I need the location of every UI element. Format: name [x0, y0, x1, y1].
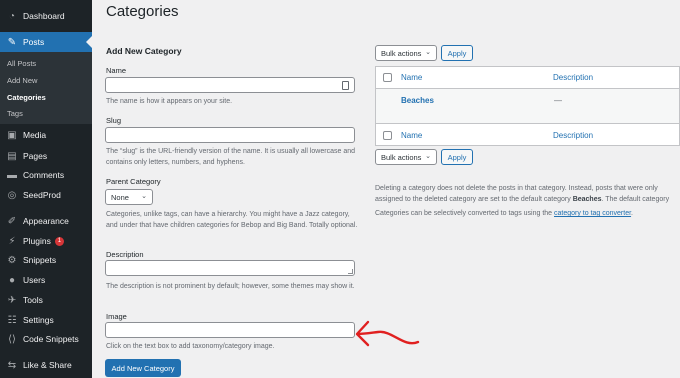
apply-button-bottom[interactable]: Apply — [441, 149, 473, 165]
category-to-tag-converter-link[interactable]: category to tag converter — [554, 210, 631, 217]
category-name-link[interactable]: Beaches — [401, 96, 434, 105]
users-icon: ● — [8, 274, 16, 286]
admin-sidebar: ◔ Dashboard ✎ Posts All Posts Add New Ca… — [0, 0, 92, 378]
media-icon: ▣ — [7, 129, 17, 141]
parent-category-select[interactable]: None ⌄ — [105, 189, 153, 205]
menu-media[interactable]: ▣ Media — [0, 125, 92, 145]
current-menu-arrow — [86, 36, 92, 48]
menu-label: Posts — [23, 37, 45, 47]
chevron-down-icon: ⌄ — [425, 153, 431, 160]
select-all-checkbox[interactable] — [383, 73, 392, 82]
select-all-checkbox-bottom[interactable] — [383, 131, 392, 140]
menu-label: Snippets — [23, 255, 57, 265]
menu-like-share[interactable]: ⇆ Like & Share — [0, 355, 92, 375]
pages-icon: ▤ — [7, 150, 17, 162]
bulk-actions-value: Bulk actions — [381, 152, 422, 162]
parent-help: Categories, unlike tags, can have a hier… — [106, 211, 358, 229]
brush-icon: ✐ — [7, 215, 17, 227]
parent-label: Parent Category — [106, 177, 161, 186]
menu-code-snippets[interactable]: ⟨⟩ Code Snippets — [0, 329, 92, 349]
menu-label: Comments — [23, 170, 65, 180]
apply-button-top[interactable]: Apply — [441, 45, 473, 61]
category-description: — — [554, 96, 562, 105]
menu-comments[interactable]: ▬ Comments — [0, 165, 92, 185]
submenu-all-posts[interactable]: All Posts — [7, 59, 36, 68]
annotation-arrow — [355, 320, 420, 347]
menu-label: Appearance — [23, 216, 69, 226]
column-header-name[interactable]: Name — [401, 73, 422, 82]
dashboard-icon: ◔ — [8, 10, 16, 22]
table-footer: Name Description — [376, 123, 679, 146]
image-help: Click on the text box to add taxonomy/ca… — [106, 343, 275, 350]
chevron-down-icon: ⌄ — [141, 193, 147, 200]
name-label: Name — [106, 66, 127, 75]
menu-users[interactable]: ● Users — [0, 270, 92, 290]
menu-label: Pages — [23, 151, 48, 161]
table-header: Name Description — [376, 67, 679, 89]
menu-label: Media — [23, 130, 47, 140]
form-heading: Add New Category — [106, 46, 182, 56]
code-icon: ⟨⟩ — [8, 333, 16, 345]
convert-note: Categories can be selectively converted … — [375, 208, 680, 219]
snippets-icon: ⚙ — [7, 254, 17, 266]
delete-note: Deleting a category does not delete the … — [375, 183, 680, 205]
menu-settings[interactable]: ☷ Settings — [0, 310, 92, 330]
page-title: Categories — [106, 3, 179, 20]
name-input[interactable] — [105, 77, 355, 93]
menu-label: Code Snippets — [23, 334, 79, 344]
settings-icon: ☷ — [7, 314, 17, 326]
menu-label: Tools — [23, 295, 43, 305]
table-row: Beaches — — [376, 89, 679, 123]
menu-label: Plugins — [23, 236, 51, 246]
slug-help: The “slug” is the URL-friendly version o… — [106, 148, 355, 166]
column-footer-name[interactable]: Name — [401, 131, 422, 140]
slug-label: Slug — [106, 116, 122, 125]
categories-table: Name Description Beaches — Name Descript… — [375, 66, 680, 146]
menu-appearance[interactable]: ✐ Appearance — [0, 211, 92, 231]
image-label: Image — [106, 312, 127, 321]
description-label: Description — [106, 250, 144, 259]
menu-snippets[interactable]: ⚙ Snippets — [0, 250, 92, 270]
menu-label: Settings — [23, 315, 54, 325]
submenu-add-new[interactable]: Add New — [7, 76, 37, 85]
name-help: The name is how it appears on your site. — [106, 98, 233, 105]
seedprod-icon: ◎ — [7, 189, 17, 201]
resize-handle[interactable] — [348, 269, 353, 274]
menu-pages[interactable]: ▤ Pages — [0, 146, 92, 166]
bulk-actions-select-top[interactable]: Bulk actions ⌄ — [375, 45, 437, 61]
menu-label: Like & Share — [23, 360, 72, 370]
add-new-category-button[interactable]: Add New Category — [105, 359, 181, 377]
default-category-name: Beaches — [572, 196, 602, 203]
posts-submenu: All Posts Add New Categories Tags — [0, 52, 92, 124]
bulk-actions-value: Bulk actions — [381, 48, 422, 58]
update-count-badge: 1 — [54, 236, 64, 246]
description-textarea[interactable] — [105, 260, 355, 276]
column-header-description[interactable]: Description — [553, 73, 593, 82]
column-footer-description[interactable]: Description — [553, 131, 593, 140]
pin-icon: ✎ — [7, 36, 17, 48]
wrench-icon: ✈ — [7, 294, 17, 306]
convert-note-end: . — [631, 210, 633, 217]
menu-tools[interactable]: ✈ Tools — [0, 290, 92, 310]
menu-dashboard[interactable]: ◔ Dashboard — [0, 6, 92, 26]
chevron-down-icon: ⌄ — [425, 49, 431, 56]
description-help: The description is not prominent by defa… — [106, 283, 355, 290]
plugin-icon: ⚡ — [8, 235, 16, 247]
menu-label: Dashboard — [23, 11, 65, 21]
submenu-categories[interactable]: Categories — [7, 93, 46, 102]
autofill-icon — [342, 81, 349, 90]
image-input[interactable] — [105, 322, 355, 338]
convert-note-text: Categories can be selectively converted … — [375, 210, 554, 217]
submenu-tags[interactable]: Tags — [7, 109, 23, 118]
menu-plugins[interactable]: ⚡ Plugins 1 — [0, 231, 92, 251]
menu-label: SeedProd — [23, 190, 61, 200]
parent-select-value: None — [111, 192, 129, 202]
menu-posts[interactable]: ✎ Posts — [0, 32, 92, 52]
slug-input[interactable] — [105, 127, 355, 143]
comments-icon: ▬ — [7, 169, 17, 181]
bulk-actions-select-bottom[interactable]: Bulk actions ⌄ — [375, 149, 437, 165]
menu-label: Users — [23, 275, 46, 285]
menu-seedprod[interactable]: ◎ SeedProd — [0, 185, 92, 205]
share-icon: ⇆ — [7, 359, 17, 371]
